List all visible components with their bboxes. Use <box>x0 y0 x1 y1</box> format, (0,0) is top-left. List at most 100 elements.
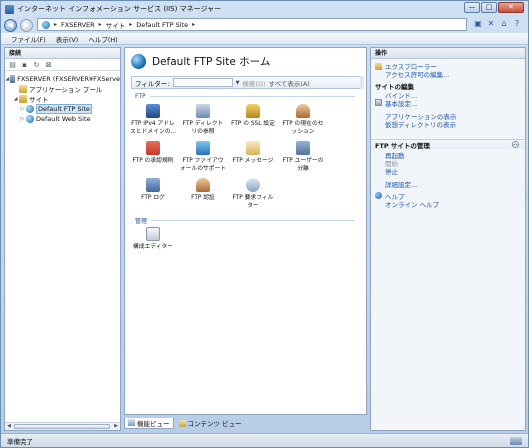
tree-node-label: サイト <box>29 96 49 104</box>
request-filtering-icon <box>246 178 260 192</box>
online-help-link[interactable]: オンライン ヘルプ <box>375 200 439 209</box>
scroll-thumb[interactable] <box>14 424 110 429</box>
forward-button[interactable]: ▶ <box>20 18 33 32</box>
server-icon <box>9 75 16 83</box>
save-icon[interactable]: ▪ <box>20 60 29 69</box>
menu-help[interactable]: ヘルプ(H) <box>88 34 117 44</box>
page-header: Default FTP Site ホーム <box>131 54 270 69</box>
scroll-left-icon[interactable]: ◀ <box>5 423 13 430</box>
connections-pane: 接続 ▤ ▪ ↻ ⊠ ◢ FXSERVER (FXSERVER¥FXServe … <box>4 47 121 431</box>
refresh-icon[interactable]: ↻ <box>32 60 41 69</box>
folder-icon <box>375 62 382 70</box>
lock-icon <box>246 104 260 118</box>
feature-configuration-editor[interactable]: 構成エディター <box>129 227 177 251</box>
messages-icon <box>246 141 260 155</box>
show-all-button[interactable]: すべて表示(A) <box>269 78 310 88</box>
web-site-icon <box>26 115 34 123</box>
horizontal-scrollbar[interactable]: ◀ ▶ <box>5 422 120 430</box>
filter-input[interactable] <box>172 78 233 87</box>
configuration-editor-icon <box>146 227 160 241</box>
menu-bar: ファイル(F) 表示(V) ヘルプ(H) <box>1 33 528 45</box>
connect-icon[interactable]: ▤ <box>8 60 17 69</box>
tree-node-app-pools[interactable]: アプリケーション プール <box>5 84 120 94</box>
network-icon[interactable]: ▣ <box>473 19 483 29</box>
menu-file[interactable]: ファイル(F) <box>11 34 46 44</box>
feature-ftp-ipv4-domain[interactable]: FTP IPv4 アドレ スとドメインの... <box>129 104 177 136</box>
tab-features-view[interactable]: 機能ビュー <box>124 417 174 429</box>
feature-ftp-user-isolation[interactable]: FTP ユーザーの 分離 <box>279 141 327 173</box>
tree-node-server[interactable]: ◢ FXSERVER (FXSERVER¥FXServe <box>5 74 120 84</box>
go-button[interactable]: 検索(G) <box>242 78 265 88</box>
tree-node-default-web-site[interactable]: ▷ Default Web Site <box>5 114 120 124</box>
address-segment-sites[interactable]: サイト <box>106 20 126 30</box>
navigation-bar: ◀ ▶ ▸ FXSERVER ▸ サイト ▸ Default FTP Site … <box>1 17 528 33</box>
collapse-icon[interactable]: ︿ <box>512 141 519 148</box>
stop-link[interactable]: 停止 <box>375 167 439 176</box>
authentication-icon <box>196 178 210 192</box>
feature-ftp-authentication[interactable]: FTP 認証 <box>179 178 227 202</box>
group-label: 管理 <box>135 218 148 225</box>
maximize-button[interactable]: □ <box>481 2 497 13</box>
feature-ftp-directory-browsing[interactable]: FTP ディレクト リの参照 <box>179 104 227 136</box>
home-icon[interactable]: ⌂ <box>499 19 509 29</box>
feature-ftp-messages[interactable]: FTP メッセージ <box>229 141 277 165</box>
features-view: Default FTP Site ホーム フィルター: ▼ 検索(G) すべて表… <box>124 47 367 415</box>
stop-icon[interactable]: ✕ <box>486 19 496 29</box>
expand-icon[interactable]: ▷ <box>19 106 26 112</box>
edit-permissions-link[interactable]: アクセス許可の編集... <box>375 70 456 79</box>
menu-view[interactable]: 表示(V) <box>56 34 79 44</box>
basic-settings-link[interactable]: 基本設定... <box>375 99 456 108</box>
user-isolation-icon <box>296 141 310 155</box>
address-segment-server[interactable]: FXSERVER <box>61 21 95 29</box>
globe-icon <box>42 20 50 29</box>
view-virtual-directories-link[interactable]: 仮想ディレクトリの表示 <box>375 120 456 129</box>
page-title: Default FTP Site ホーム <box>152 56 271 68</box>
filter-label: フィルター: <box>135 79 170 88</box>
disconnect-icon[interactable]: ⊠ <box>44 60 53 69</box>
minimize-button[interactable]: — <box>464 2 480 13</box>
ip-restrictions-icon <box>146 104 160 118</box>
view-tabs: 機能ビュー コンテンツ ビュー <box>124 417 245 429</box>
help-icon <box>375 192 382 200</box>
title-bar: インターネット インフォメーション サービス (IIS) マネージャー — □ … <box>1 1 528 17</box>
ftp-site-manage-header[interactable]: FTP サイトの管理 ︿ <box>371 139 525 150</box>
tree-node-label: FXSERVER (FXSERVER¥FXServe <box>17 75 120 83</box>
connections-toolbar: ▤ ▪ ↻ ⊠ <box>5 59 120 71</box>
back-button[interactable]: ◀ <box>4 18 17 32</box>
tree-node-label: Default Web Site <box>36 115 91 123</box>
settings-icon <box>375 99 382 107</box>
tab-content-view[interactable]: コンテンツ ビュー <box>176 418 245 429</box>
address-separator: ▸ <box>98 21 102 28</box>
features-view-icon <box>128 419 135 426</box>
tree-node-default-ftp-site[interactable]: ▷ Default FTP Site <box>5 104 120 114</box>
group-label: FTP <box>135 93 146 100</box>
connections-tree: ◢ FXSERVER (FXSERVER¥FXServe アプリケーション プー… <box>5 71 120 124</box>
address-segment-site[interactable]: Default FTP Site <box>136 21 188 29</box>
advanced-settings-link[interactable]: 詳細設定... <box>375 180 439 189</box>
expand-icon[interactable]: ▷ <box>19 116 26 122</box>
feature-ftp-request-filtering[interactable]: FTP 要求フィル ター <box>229 178 277 210</box>
main-pane: Default FTP Site ホーム フィルター: ▼ 検索(G) すべて表… <box>124 47 367 431</box>
collapse-icon[interactable]: ◢ <box>12 96 19 102</box>
directory-browsing-icon <box>196 104 210 118</box>
feature-ftp-logging[interactable]: FTP ログ <box>129 178 177 202</box>
feature-ftp-current-sessions[interactable]: FTP の現在のセ ッション <box>279 104 327 136</box>
help-icon[interactable]: ? <box>512 19 522 29</box>
scroll-right-icon[interactable]: ▶ <box>112 423 120 430</box>
sessions-users-icon <box>296 104 310 118</box>
address-separator: ▸ <box>192 21 196 28</box>
address-bar[interactable]: ▸ FXSERVER ▸ サイト ▸ Default FTP Site ▸ <box>37 18 467 31</box>
feature-ftp-firewall-support[interactable]: FTP ファイアウ ォールのサポート <box>179 141 227 173</box>
tree-node-sites[interactable]: ◢ サイト <box>5 94 120 104</box>
feature-ftp-authorization-rules[interactable]: FTP の承認規則 <box>129 141 177 165</box>
actions-site-edit: エクスプローラー アクセス許可の編集... サイトの編集 バインド... 基本設… <box>375 62 456 129</box>
close-button[interactable]: ✕ <box>498 2 524 13</box>
actions-header: 操作 <box>371 48 525 59</box>
filter-scroll <box>360 76 364 89</box>
ftp-site-icon <box>26 105 34 113</box>
group-ftp: FTP <box>135 93 355 100</box>
iis-app-icon <box>5 4 14 14</box>
filter-dropdown-icon[interactable]: ▼ <box>236 80 240 86</box>
actions-pane: 操作 エクスプローラー アクセス許可の編集... サイトの編集 バインド... … <box>370 47 526 431</box>
feature-ftp-ssl-settings[interactable]: FTP の SSL 設定 <box>229 104 277 128</box>
